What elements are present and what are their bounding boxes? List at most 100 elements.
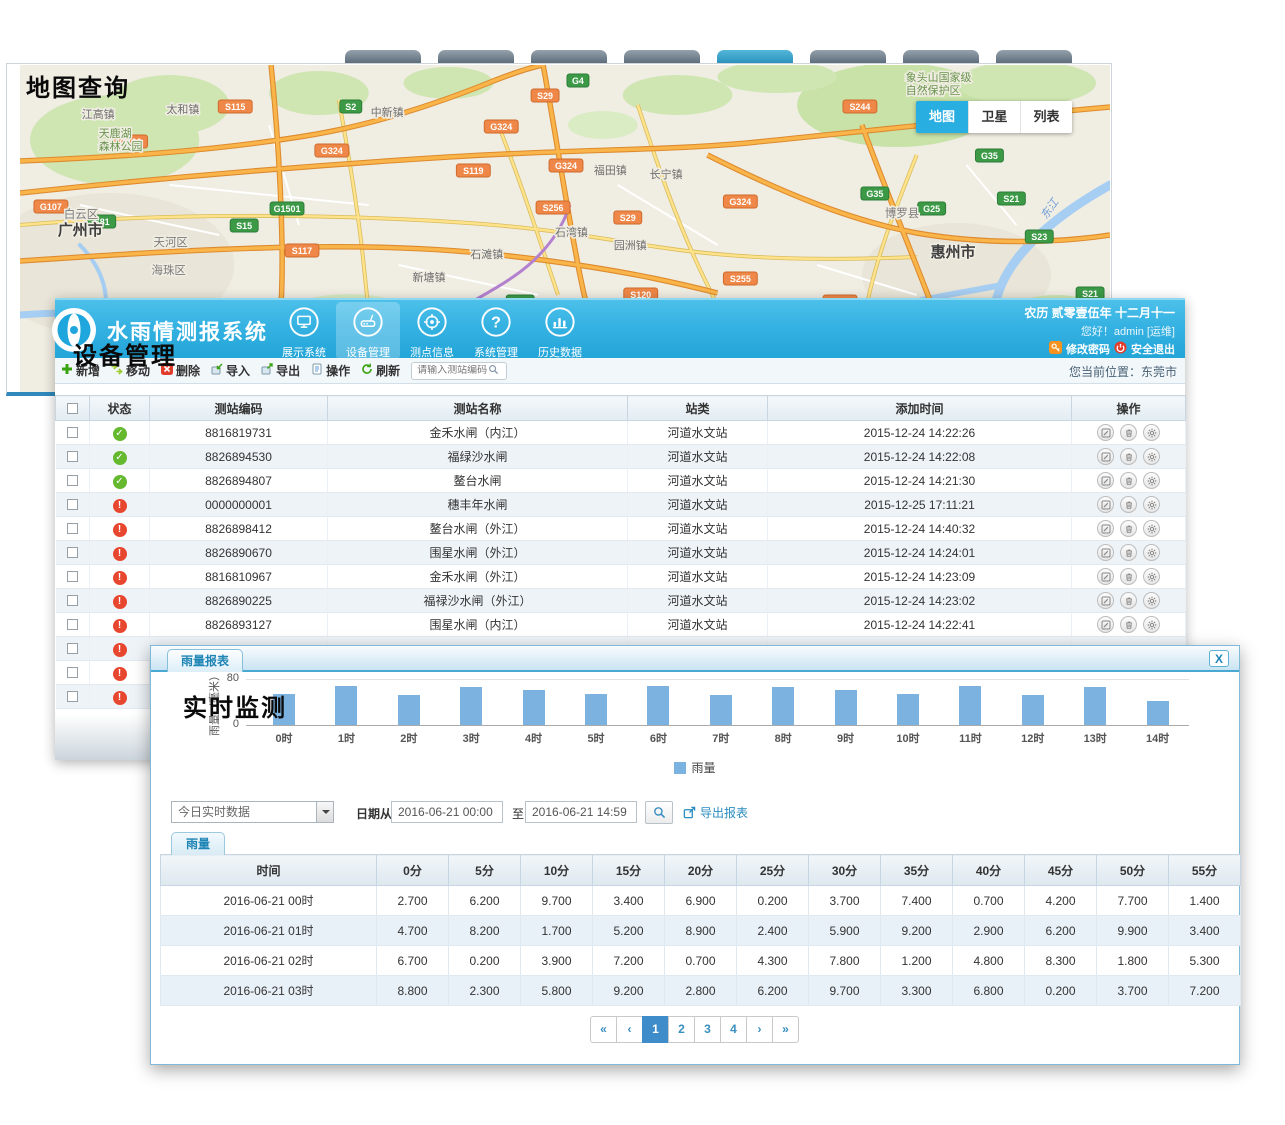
page-button-4[interactable]: 4: [720, 1016, 747, 1043]
tab-rainfall-report[interactable]: 雨量报表: [167, 649, 243, 672]
row-checkbox[interactable]: [67, 475, 78, 486]
close-button[interactable]: X: [1209, 650, 1229, 667]
first-page-button[interactable]: «: [590, 1016, 617, 1043]
value-cell: 3.400: [1169, 916, 1241, 946]
date-from-label: 日期从:: [356, 805, 396, 822]
logout-link[interactable]: 安全退出: [1131, 341, 1175, 357]
delete-button[interactable]: [1120, 472, 1137, 489]
nav-item-target[interactable]: 测点信息: [400, 302, 464, 360]
edit-button[interactable]: [1097, 568, 1114, 585]
value-cell: 9.700: [809, 976, 881, 1006]
row-checkbox[interactable]: [67, 547, 78, 558]
target-icon: [416, 325, 448, 342]
settings-button[interactable]: [1143, 496, 1160, 513]
page-button-1[interactable]: 1: [642, 1016, 669, 1043]
value-cell: 3.700: [1097, 976, 1169, 1006]
row-checkbox[interactable]: [67, 643, 78, 654]
delete-button[interactable]: [1120, 568, 1137, 585]
popup-title-bar: [151, 646, 1239, 672]
svg-text:S119: S119: [463, 166, 483, 176]
edit-button[interactable]: [1097, 472, 1114, 489]
edit-button[interactable]: [1097, 496, 1114, 513]
settings-button[interactable]: [1143, 592, 1160, 609]
row-checkbox[interactable]: [67, 523, 78, 534]
app-header: 水雨情测报系统 展示系统设备管理测点信息?系统管理历史数据 农历 贰零壹伍年 十…: [55, 298, 1185, 358]
tab-rainfall[interactable]: 雨量: [171, 832, 225, 855]
settings-button[interactable]: [1143, 424, 1160, 441]
operate-icon: [311, 363, 323, 378]
export-button[interactable]: 导出: [261, 362, 300, 379]
row-checkbox[interactable]: [67, 619, 78, 630]
map-view-button[interactable]: 地图: [916, 101, 968, 133]
nav-item-chart[interactable]: 历史数据: [528, 302, 592, 360]
edit-button[interactable]: [1097, 520, 1114, 537]
row-checkbox[interactable]: [67, 451, 78, 462]
road-shield: G324: [484, 120, 518, 133]
edit-button[interactable]: [1097, 592, 1114, 609]
station-type: 河道水文站: [628, 589, 768, 613]
select-all-checkbox[interactable]: [67, 403, 78, 414]
last-page-button[interactable]: »: [772, 1016, 799, 1043]
row-checkbox[interactable]: [67, 427, 78, 438]
row-checkbox[interactable]: [67, 571, 78, 582]
date-to-input[interactable]: [525, 801, 637, 823]
next-page-button[interactable]: ›: [746, 1016, 773, 1043]
date-to-label: 至: [512, 805, 524, 822]
settings-button[interactable]: [1143, 472, 1160, 489]
satellite-view-button[interactable]: 卫星: [968, 101, 1020, 133]
delete-button[interactable]: [1120, 424, 1137, 441]
edit-button[interactable]: [1097, 448, 1114, 465]
refresh-button[interactable]: 刷新: [361, 362, 400, 379]
edit-button[interactable]: [1097, 424, 1114, 441]
date-from-input[interactable]: [391, 801, 503, 823]
station-name: 金禾水闸（外江）: [328, 565, 628, 589]
edit-button[interactable]: [1097, 544, 1114, 561]
import-button[interactable]: 导入: [211, 362, 250, 379]
data-type-select[interactable]: 今日实时数据: [171, 801, 334, 823]
nav-item-monitor[interactable]: 展示系统: [272, 302, 336, 360]
realtime-monitor-popup: 雨量报表 X 80 0 雨量（毫米） 0时1时2时3时4时5时6时7时8时9时1…: [150, 645, 1240, 1065]
delete-button[interactable]: [1120, 616, 1137, 633]
export-report-link[interactable]: 导出报表: [683, 804, 748, 821]
road-shield: S115: [218, 100, 252, 113]
delete-button[interactable]: [1120, 448, 1137, 465]
list-view-button[interactable]: 列表: [1020, 101, 1072, 133]
nav-item-question[interactable]: ?系统管理: [464, 302, 528, 360]
svg-text:S23: S23: [1031, 232, 1047, 242]
map-label: 园洲镇: [614, 238, 647, 252]
station-search-box[interactable]: [411, 362, 507, 380]
query-button[interactable]: [645, 801, 673, 824]
value-cell: 5.900: [809, 916, 881, 946]
search-icon[interactable]: [488, 362, 499, 380]
settings-button[interactable]: [1143, 520, 1160, 537]
pagination: «‹1234›»: [151, 1016, 1239, 1043]
settings-button[interactable]: [1143, 544, 1160, 561]
chevron-down-icon[interactable]: [316, 802, 333, 822]
row-checkbox[interactable]: [67, 595, 78, 606]
page-button-2[interactable]: 2: [668, 1016, 695, 1043]
edit-button[interactable]: [1097, 616, 1114, 633]
settings-button[interactable]: [1143, 616, 1160, 633]
settings-button[interactable]: [1143, 568, 1160, 585]
station-code: 8826890670: [150, 541, 328, 565]
row-checkbox[interactable]: [67, 499, 78, 510]
map-label: 江高镇: [82, 107, 115, 121]
status-alarm-icon: !: [113, 499, 127, 513]
delete-button[interactable]: [1120, 496, 1137, 513]
delete-button[interactable]: [1120, 520, 1137, 537]
settings-button[interactable]: [1143, 448, 1160, 465]
operate-button[interactable]: 操作: [311, 362, 350, 379]
row-checkbox[interactable]: [67, 667, 78, 678]
delete-button[interactable]: [1120, 544, 1137, 561]
column-header: 40分: [953, 855, 1025, 886]
change-password-link[interactable]: 修改密码: [1066, 341, 1110, 357]
nav-item-device[interactable]: 设备管理: [336, 302, 400, 360]
delete-button[interactable]: [1120, 592, 1137, 609]
row-checkbox[interactable]: [67, 691, 78, 702]
prev-page-button[interactable]: ‹: [616, 1016, 643, 1043]
station-search-input[interactable]: [412, 365, 488, 376]
station-code: 0000000001: [150, 493, 328, 517]
page-button-3[interactable]: 3: [694, 1016, 721, 1043]
svg-text:G324: G324: [490, 122, 512, 132]
value-cell: 5.300: [1169, 946, 1241, 976]
